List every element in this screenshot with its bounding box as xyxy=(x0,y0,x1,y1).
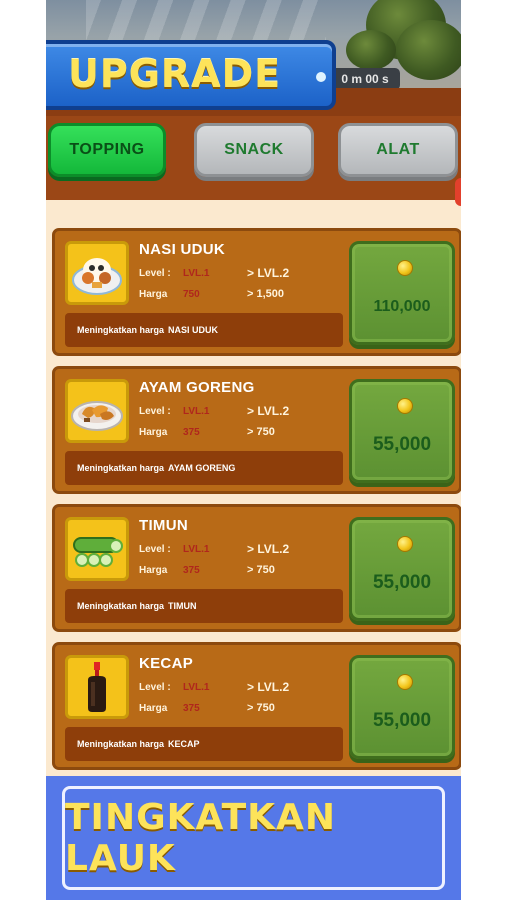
coin-icon xyxy=(397,260,413,276)
upgrade-cost: 55,000 xyxy=(372,572,432,593)
description-item: KECAP xyxy=(168,739,200,749)
level-next-value: LVL.2 xyxy=(257,404,290,418)
item-thumbnail xyxy=(65,241,129,305)
level-label: Level : xyxy=(139,268,171,279)
tab-label: ALAT xyxy=(376,141,420,158)
tab-label: TOPPING xyxy=(69,141,145,158)
level-next-value: LVL.2 xyxy=(257,542,290,556)
page-title: UPGRADE xyxy=(68,52,282,96)
buy-upgrade-button[interactable]: 110,000 xyxy=(349,241,455,345)
banner-dot xyxy=(316,72,326,82)
soy-sauce-bottle-icon xyxy=(88,662,106,712)
level-label: Level : xyxy=(139,406,171,417)
upgrade-card-timun: TIMUN Level : LVL.1 > LVL.2 Harga 375 > … xyxy=(52,504,461,632)
description-bar: Meningkatkan harga KECAP xyxy=(65,727,343,761)
arrow-prefix: > xyxy=(247,680,255,694)
nasi-uduk-icon xyxy=(72,258,122,295)
price-next: > 750 xyxy=(247,702,275,714)
price-current: 375 xyxy=(183,703,200,714)
price-next: > 1,500 xyxy=(247,288,284,300)
price-next-value: 1,500 xyxy=(256,288,285,300)
arrow-prefix: > xyxy=(247,542,255,556)
price-label: Harga xyxy=(139,703,168,714)
arrow-prefix: > xyxy=(247,266,255,280)
upgrade-card-kecap: KECAP Level : LVL.1 > LVL.2 Harga 375 > … xyxy=(52,642,461,770)
tab-alat[interactable]: ALAT xyxy=(338,123,458,177)
level-next: > LVL.2 xyxy=(247,266,289,280)
item-name: AYAM GORENG xyxy=(139,379,255,396)
upgrade-cost: 110,000 xyxy=(373,298,431,315)
fried-chicken-icon xyxy=(71,401,123,431)
upgrade-cost: 55,000 xyxy=(372,434,432,455)
price-label: Harga xyxy=(139,427,168,438)
item-thumbnail xyxy=(65,655,129,719)
cucumber-icon xyxy=(73,537,123,567)
coin-icon xyxy=(397,536,413,552)
bottom-action-area: TINGKATKAN LAUK xyxy=(46,776,461,900)
price-next: > 750 xyxy=(247,426,275,438)
tree-foliage xyxy=(346,30,396,70)
description-bar: Meningkatkan harga NASI UDUK xyxy=(65,313,343,347)
arrow-prefix: > xyxy=(247,426,254,438)
tree-foliage xyxy=(396,20,461,80)
price-next-value: 750 xyxy=(256,564,275,576)
arrow-prefix: > xyxy=(247,288,254,300)
upgrade-cost: 55,000 xyxy=(372,710,432,731)
buy-upgrade-button[interactable]: 55,000 xyxy=(349,379,455,483)
upgrade-title-banner: UPGRADE xyxy=(46,40,336,110)
buy-upgrade-button[interactable]: 55,000 xyxy=(349,517,455,621)
description-prefix: Meningkatkan harga xyxy=(77,463,165,473)
arrow-prefix: > xyxy=(247,702,254,714)
coin-icon xyxy=(397,674,413,690)
price-current: 375 xyxy=(183,565,200,576)
description-bar: Meningkatkan harga AYAM GORENG xyxy=(65,451,343,485)
description-item: NASI UDUK xyxy=(168,325,219,335)
level-next: > LVL.2 xyxy=(247,404,289,418)
item-name: KECAP xyxy=(139,655,194,672)
price-current: 750 xyxy=(183,289,200,300)
description-item: AYAM GORENG xyxy=(168,463,236,473)
price-next: > 750 xyxy=(247,564,275,576)
upgrade-lauk-button[interactable]: TINGKATKAN LAUK xyxy=(62,786,445,890)
level-label: Level : xyxy=(139,682,171,693)
description-prefix: Meningkatkan harga xyxy=(77,325,165,335)
level-next: > LVL.2 xyxy=(247,542,289,556)
description-prefix: Meningkatkan harga xyxy=(77,739,165,749)
arrow-prefix: > xyxy=(247,564,254,576)
level-current: LVL.1 xyxy=(183,268,210,279)
buy-upgrade-button[interactable]: 55,000 xyxy=(349,655,455,759)
price-next-value: 750 xyxy=(256,702,275,714)
description-item: TIMUN xyxy=(168,601,197,611)
item-name: TIMUN xyxy=(139,517,188,534)
level-next-value: LVL.2 xyxy=(257,680,290,694)
upgrade-card-nasi-uduk: NASI UDUK Level : LVL.1 > LVL.2 Harga 75… xyxy=(52,228,461,356)
close-tab-edge[interactable] xyxy=(455,178,461,206)
level-label: Level : xyxy=(139,544,171,555)
tab-label: SNACK xyxy=(224,141,284,158)
price-label: Harga xyxy=(139,289,168,300)
item-name: NASI UDUK xyxy=(139,241,226,258)
arrow-prefix: > xyxy=(247,404,255,418)
level-next: > LVL.2 xyxy=(247,680,289,694)
level-current: LVL.1 xyxy=(183,406,210,417)
level-next-value: LVL.2 xyxy=(257,266,290,280)
game-screen: 0 m 00 s UPGRADE TOPPING SNACK ALAT NASI… xyxy=(46,0,461,900)
description-bar: Meningkatkan harga TIMUN xyxy=(65,589,343,623)
level-current: LVL.1 xyxy=(183,544,210,555)
level-current: LVL.1 xyxy=(183,682,210,693)
coin-icon xyxy=(397,398,413,414)
tab-snack[interactable]: SNACK xyxy=(194,123,314,177)
price-current: 375 xyxy=(183,427,200,438)
item-thumbnail xyxy=(65,517,129,581)
price-label: Harga xyxy=(139,565,168,576)
description-prefix: Meningkatkan harga xyxy=(77,601,165,611)
price-next-value: 750 xyxy=(256,426,275,438)
upgrade-card-ayam-goreng: AYAM GORENG Level : LVL.1 > LVL.2 Harga … xyxy=(52,366,461,494)
tab-topping[interactable]: TOPPING xyxy=(48,123,166,177)
item-thumbnail xyxy=(65,379,129,443)
